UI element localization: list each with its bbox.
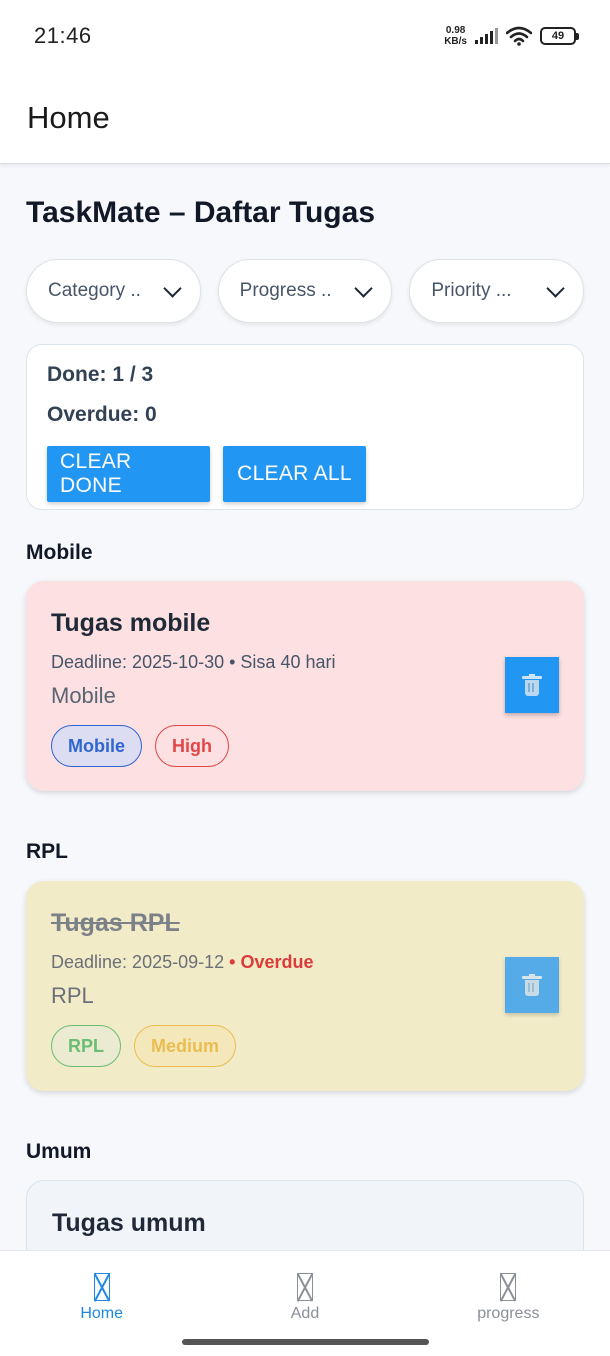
- chevron-down-icon: [355, 283, 371, 299]
- task-category: Mobile: [51, 683, 116, 708]
- priority-chip: High: [155, 725, 229, 767]
- section-heading-umum: Umum: [26, 1140, 92, 1163]
- task-deadline: Deadline: 2025-10-30 • Sisa 40 hari: [51, 652, 336, 672]
- task-card-mobile[interactable]: Tugas mobile Deadline: 2025-10-30 • Sisa…: [26, 581, 584, 791]
- nav-add-label: Add: [290, 1305, 320, 1322]
- clear-all-button[interactable]: CLEAR ALL: [223, 446, 366, 502]
- status-time: 21:46: [34, 23, 92, 48]
- clear-done-button[interactable]: CLEAR DONE: [47, 446, 210, 502]
- delete-task-button[interactable]: [505, 957, 559, 1013]
- wifi-icon: [506, 26, 532, 46]
- network-speed: 0.98 KB/s: [444, 25, 467, 47]
- home-indicator[interactable]: [182, 1339, 429, 1345]
- main-content[interactable]: TaskMate – Daftar Tugas Category .. Prog…: [0, 164, 610, 1250]
- summary-card: Done: 1 / 3 Overdue: 0 CLEAR DONE CLEAR …: [26, 344, 584, 510]
- task-deadline: Deadline: 2025-09-12 • Overdue: [51, 952, 559, 973]
- delete-task-button[interactable]: [505, 657, 559, 713]
- app-bar: Home: [0, 72, 610, 164]
- task-category: RPL: [51, 983, 94, 1008]
- task-chips: Mobile High: [51, 725, 559, 767]
- add-icon: [296, 1273, 313, 1301]
- task-title: Tugas mobile: [51, 609, 211, 637]
- nav-progress[interactable]: progress: [407, 1251, 610, 1356]
- section-heading-rpl: RPL: [26, 840, 68, 863]
- signal-icon: [475, 28, 498, 44]
- task-title: Tugas umum: [52, 1209, 206, 1237]
- trash-icon: [522, 674, 542, 696]
- category-filter-label: Category ..: [48, 280, 141, 301]
- filter-bar: Category .. Progress .. Priority ...: [26, 259, 585, 323]
- status-icons: 0.98 KB/s 49: [444, 25, 579, 47]
- done-count: Done: 1 / 3: [47, 363, 154, 386]
- nav-home[interactable]: Home: [0, 1251, 203, 1356]
- category-chip: RPL: [51, 1025, 121, 1067]
- chevron-down-icon: [547, 283, 563, 299]
- category-chip: Mobile: [51, 725, 142, 767]
- chevron-down-icon: [164, 283, 180, 299]
- status-bar: 21:46 0.98 KB/s 49: [0, 0, 610, 72]
- nav-progress-label: progress: [477, 1305, 540, 1322]
- network-speed-unit: KB/s: [444, 36, 467, 47]
- app-bar-title: Home: [27, 99, 110, 135]
- progress-filter-dropdown[interactable]: Progress ..: [217, 259, 393, 323]
- task-card-umum[interactable]: Tugas umum: [26, 1180, 584, 1250]
- home-icon: [93, 1273, 110, 1301]
- task-card-rpl[interactable]: Tugas RPL Deadline: 2025-09-12 • Overdue…: [26, 881, 584, 1091]
- category-filter-dropdown[interactable]: Category ..: [26, 259, 201, 323]
- summary-actions: CLEAR DONE CLEAR ALL: [47, 446, 563, 502]
- progress-filter-label: Progress ..: [239, 280, 332, 301]
- overdue-count: Overdue: 0: [47, 403, 157, 426]
- page-title: TaskMate – Daftar Tugas: [26, 196, 375, 229]
- priority-chip: Medium: [134, 1025, 237, 1067]
- trash-icon: [522, 974, 542, 996]
- priority-filter-dropdown[interactable]: Priority ...: [409, 259, 585, 323]
- task-chips: RPL Medium: [51, 1025, 559, 1067]
- task-title: Tugas RPL: [51, 909, 180, 937]
- priority-filter-label: Priority ...: [431, 280, 512, 301]
- battery-icon: 49: [540, 27, 579, 45]
- section-heading-mobile: Mobile: [26, 541, 93, 564]
- network-speed-value: 0.98: [445, 25, 466, 36]
- overdue-label: • Overdue: [229, 952, 314, 972]
- task-deadline-date: Deadline: 2025-09-12: [51, 952, 230, 972]
- nav-home-label: Home: [80, 1305, 123, 1322]
- progress-icon: [500, 1273, 517, 1301]
